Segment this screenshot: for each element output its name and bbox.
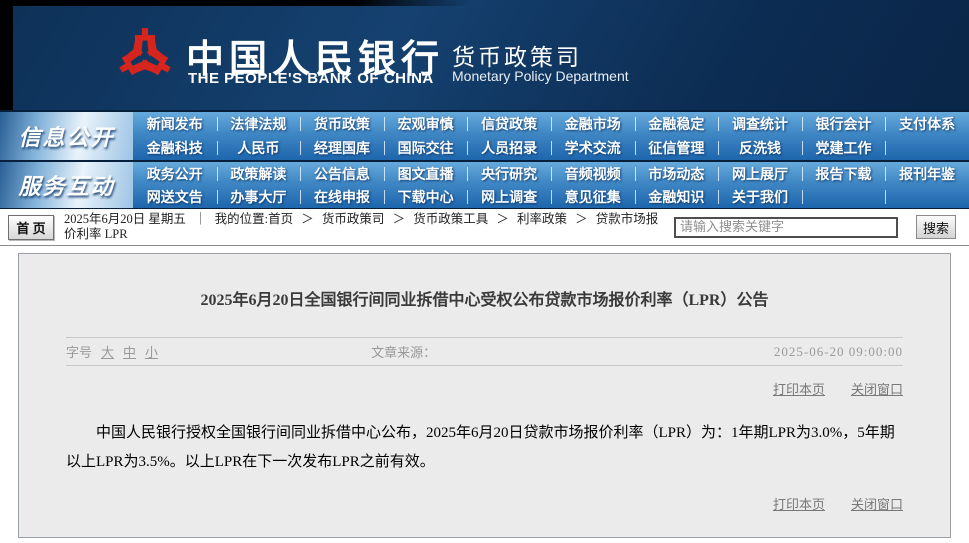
breadcrumb: 2025年6月20日 星期五 ｜ 我的位置:首页 ＞ 货币政策司 ＞ 货币政策工… <box>64 212 664 242</box>
nav-item-survey-statistics[interactable]: 调查统计 <box>718 114 802 134</box>
nav-row: 新闻发布 法律法规 货币政策 宏观审慎 信贷政策 金融市场 金融稳定 调查统计 … <box>133 112 969 136</box>
close-window-link[interactable]: 关闭窗口 <box>851 494 903 513</box>
breadcrumb-date: 2025年6月20日 星期五 <box>64 212 186 226</box>
breadcrumb-bar: 首 页 2025年6月20日 星期五 ｜ 我的位置:首页 ＞ 货币政策司 ＞ 货… <box>0 209 969 246</box>
nav-item-download-center[interactable]: 下载中心 <box>384 187 468 207</box>
nav-item-monetary-policy[interactable]: 货币政策 <box>300 114 384 134</box>
nav-section-info-disclosure: 信息公开 新闻发布 法律法规 货币政策 宏观审慎 信贷政策 金融市场 金融稳定 … <box>0 112 969 160</box>
breadcrumb-bar-separator: ｜ <box>194 212 207 226</box>
article-actions-bottom: 打印本页 关闭窗口 <box>66 494 903 513</box>
nav-item-bank-accounting[interactable]: 银行会计 <box>802 114 886 134</box>
main-navigation: 信息公开 新闻发布 法律法规 货币政策 宏观审慎 信贷政策 金融市场 金融稳定 … <box>0 110 969 209</box>
nav-section-label-info-disclosure: 信息公开 <box>0 112 133 160</box>
nav-item-academic-exchange[interactable]: 学术交流 <box>551 138 635 158</box>
nav-item-report-download[interactable]: 报告下载 <box>802 164 886 184</box>
print-page-link[interactable]: 打印本页 <box>773 494 825 513</box>
nav-item-live-broadcast[interactable]: 图文直播 <box>384 164 468 184</box>
nav-items-services: 政务公开 政策解读 公告信息 图文直播 央行研究 音频视频 市场动态 网上展厅 … <box>133 162 969 208</box>
article-meta-row: 字号 大 中 小 文章来源： 2025-06-20 09:00:00 <box>66 337 903 366</box>
breadcrumb-item-home[interactable]: 首页 <box>268 212 293 226</box>
font-size-small-link[interactable]: 小 <box>145 342 158 361</box>
nav-item-service-hall[interactable]: 办事大厅 <box>217 187 301 207</box>
nav-row: 金融科技 人民币 经理国库 国际交往 人员招录 学术交流 征信管理 反洗钱 党建… <box>133 136 969 160</box>
nav-item-international[interactable]: 国际交往 <box>384 138 468 158</box>
nav-item-online-filing[interactable]: 在线申报 <box>300 187 384 207</box>
nav-item-financial-markets[interactable]: 金融市场 <box>551 114 635 134</box>
nav-item-periodicals[interactable]: 报刊年鉴 <box>885 164 969 184</box>
nav-item-credit-policy[interactable]: 信贷政策 <box>467 114 551 134</box>
bank-name-en: THE PEOPLE'S BANK OF CHINA <box>188 70 434 87</box>
article-datetime: 2025-06-20 09:00:00 <box>774 344 903 360</box>
print-page-link[interactable]: 打印本页 <box>773 379 825 398</box>
search-input[interactable] <box>674 217 898 238</box>
nav-item-financial-knowledge[interactable]: 金融知识 <box>635 187 719 207</box>
nav-item-anti-money-laundering[interactable]: 反洗钱 <box>718 138 802 158</box>
page-body: 2025年6月20日全国银行间同业拆借中心受权公布贷款市场报价利率（LPR）公告… <box>0 246 969 538</box>
nav-item-recruitment[interactable]: 人员招录 <box>467 138 551 158</box>
banner-top-edge <box>0 0 470 6</box>
nav-row: 网送文告 办事大厅 在线申报 下载中心 网上调查 意见征集 金融知识 关于我们 <box>133 185 969 208</box>
nav-item-announcements[interactable]: 公告信息 <box>300 164 384 184</box>
close-window-link[interactable]: 关闭窗口 <box>851 379 903 398</box>
nav-item-online-exhibition[interactable]: 网上展厅 <box>718 164 802 184</box>
font-size-controls: 字号 大 中 小 <box>66 342 158 361</box>
pboc-logo-icon <box>114 24 176 88</box>
nav-item-fintech[interactable]: 金融科技 <box>133 138 217 158</box>
article-actions-top: 打印本页 关闭窗口 <box>66 379 903 398</box>
article-body: 中国人民银行授权全国银行间同业拆借中心公布，2025年6月20日贷款市场报价利率… <box>66 419 903 477</box>
nav-item-solicit-opinions[interactable]: 意见征集 <box>551 187 635 207</box>
nav-item-audio-video[interactable]: 音频视频 <box>551 164 635 184</box>
nav-item-payment-systems[interactable]: 支付体系 <box>885 114 969 134</box>
nav-item-research[interactable]: 央行研究 <box>467 164 551 184</box>
nav-item-credit-reporting[interactable]: 征信管理 <box>635 138 719 158</box>
nav-item-financial-stability[interactable]: 金融稳定 <box>635 114 719 134</box>
nav-items-info-disclosure: 新闻发布 法律法规 货币政策 宏观审慎 信贷政策 金融市场 金融稳定 调查统计 … <box>133 112 969 160</box>
nav-row: 政务公开 政策解读 公告信息 图文直播 央行研究 音频视频 市场动态 网上展厅 … <box>133 162 969 185</box>
nav-item-online-documents[interactable]: 网送文告 <box>133 187 217 207</box>
breadcrumb-item-lpr-page[interactable]: LPR <box>105 227 128 241</box>
nav-item-state-treasury[interactable]: 经理国库 <box>300 138 384 158</box>
font-size-large-link[interactable]: 大 <box>101 342 114 361</box>
nav-item-gov-affairs[interactable]: 政务公开 <box>133 164 217 184</box>
header-banner: 中国人民银行 THE PEOPLE'S BANK OF CHINA 货币政策司 … <box>0 0 969 110</box>
nav-item-about-us[interactable]: 关于我们 <box>718 187 802 207</box>
nav-item-market-trends[interactable]: 市场动态 <box>635 164 719 184</box>
breadcrumb-location-label: 我的位置: <box>215 212 268 226</box>
article-panel: 2025年6月20日全国银行间同业拆借中心受权公布贷款市场报价利率（LPR）公告… <box>18 253 951 538</box>
nav-item-policy-interpretation[interactable]: 政策解读 <box>217 164 301 184</box>
department-name-en: Monetary Policy Department <box>452 68 629 84</box>
font-size-medium-link[interactable]: 中 <box>123 342 136 361</box>
breadcrumb-item-interest-rate-policy[interactable]: 利率政策 <box>517 212 567 226</box>
nav-item-news[interactable]: 新闻发布 <box>133 114 217 134</box>
nav-section-label-services: 服务互动 <box>0 162 133 208</box>
home-button[interactable]: 首 页 <box>8 215 54 240</box>
nav-section-services: 服务互动 政务公开 政策解读 公告信息 图文直播 央行研究 音频视频 市场动态 … <box>0 160 969 208</box>
nav-item-laws[interactable]: 法律法规 <box>217 114 301 134</box>
nav-item-party-building[interactable]: 党建工作 <box>802 138 886 158</box>
breadcrumb-separator: ＞ <box>496 212 509 226</box>
font-size-label: 字号 <box>66 342 92 361</box>
search-button[interactable]: 搜索 <box>916 215 956 239</box>
breadcrumb-item-monetary-policy-dept[interactable]: 货币政策司 <box>322 212 385 226</box>
breadcrumb-separator: ＞ <box>301 212 314 226</box>
article-source-label: 文章来源： <box>371 342 436 361</box>
nav-item-online-survey[interactable]: 网上调查 <box>467 187 551 207</box>
nav-item-macroprudential[interactable]: 宏观审慎 <box>384 114 468 134</box>
article-title: 2025年6月20日全国银行间同业拆借中心受权公布贷款市场报价利率（LPR）公告 <box>66 286 903 310</box>
department-name-cn: 货币政策司 <box>452 38 582 72</box>
breadcrumb-item-policy-tools[interactable]: 货币政策工具 <box>413 212 488 226</box>
breadcrumb-separator: ＞ <box>393 212 406 226</box>
banner-left-edge <box>0 0 13 110</box>
breadcrumb-separator: ＞ <box>575 212 588 226</box>
nav-item-renminbi[interactable]: 人民币 <box>217 138 301 158</box>
